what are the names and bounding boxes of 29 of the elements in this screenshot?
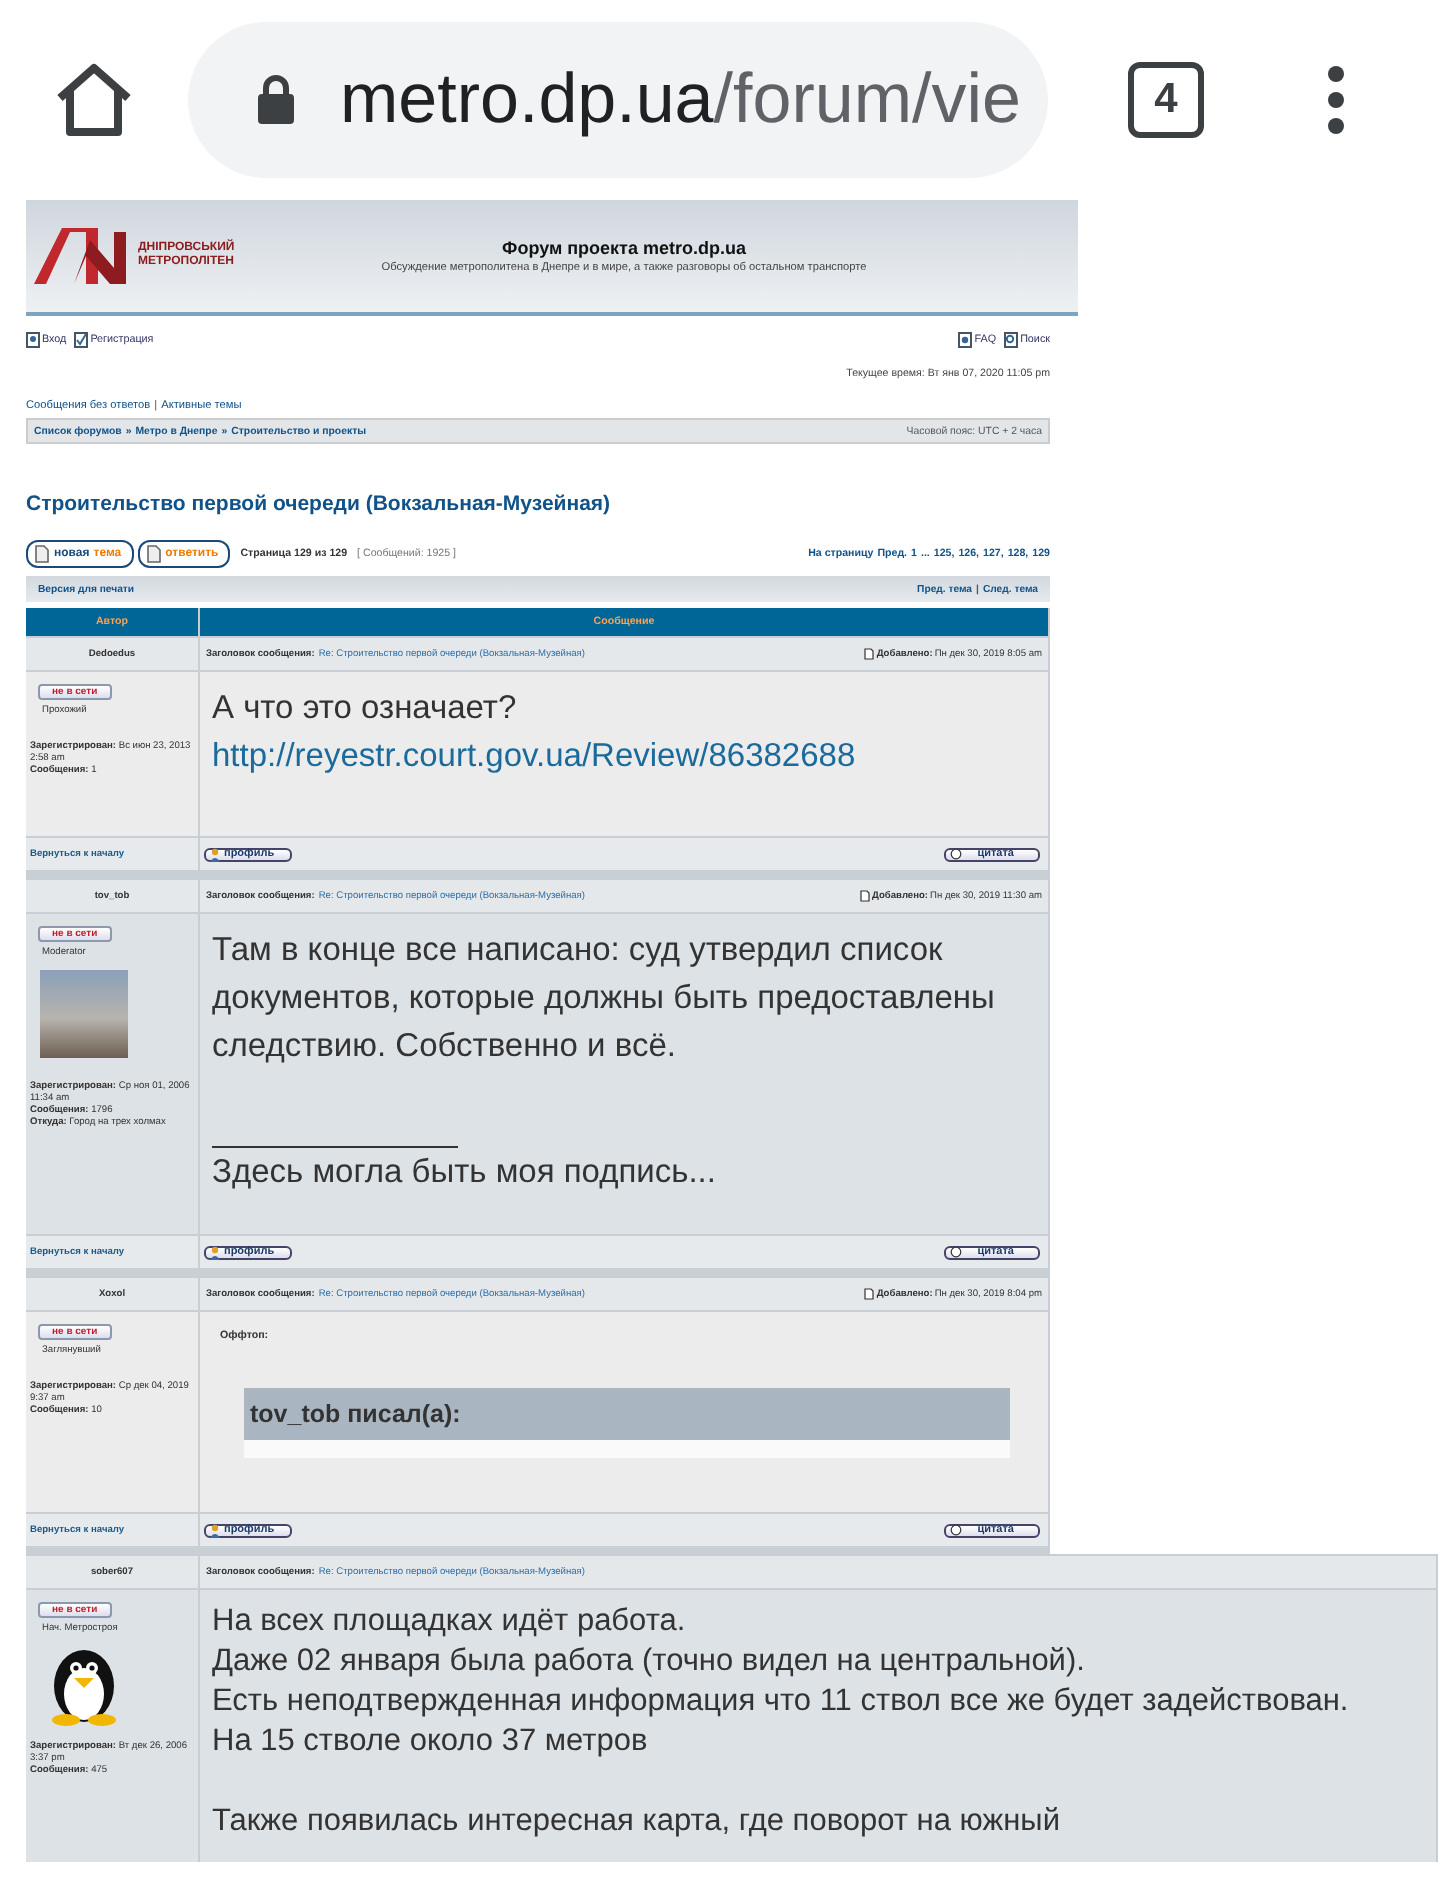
document-icon bbox=[145, 544, 162, 564]
post-text: Также появилась интересная карта, где поворот на южный bbox=[212, 1802, 1062, 1842]
quote-author: tov_tob писал(а): bbox=[244, 1388, 1010, 1440]
post-text: На всех площадках идёт работа. bbox=[212, 1602, 688, 1642]
post-text: Есть неподтвержденная информация что 11 ствол все же будет задействован. bbox=[212, 1682, 1351, 1722]
document-icon bbox=[864, 1288, 875, 1300]
person-icon bbox=[210, 847, 220, 861]
post-link[interactable]: http://reyestr.court.gov.ua/Review/86382688 bbox=[212, 732, 1036, 780]
document-icon bbox=[34, 544, 50, 564]
forum-title: Форум проекта metro.dp.ua bbox=[500, 238, 748, 258]
lock-icon bbox=[256, 74, 296, 126]
document-icon bbox=[864, 648, 875, 660]
address-bar[interactable]: metro.dp.ua/forum/vie bbox=[188, 22, 1048, 178]
home-icon[interactable] bbox=[52, 58, 136, 142]
avatar-photo-placeholder bbox=[40, 970, 128, 1058]
document-icon bbox=[860, 890, 871, 902]
url-text: metro.dp.ua/forum/vie bbox=[340, 60, 1021, 140]
topic-title[interactable]: Строительство первой очереди (Вокзальная-Музейная) bbox=[26, 492, 1050, 516]
tab-count-button[interactable]: 4 bbox=[1128, 62, 1204, 138]
post-text: Там в конце все написано: суд утвердил список документов, которые должны быть предоставлены следствию. Собственно и всё. bbox=[212, 930, 997, 1068]
person-icon bbox=[210, 1523, 220, 1537]
checkmark-icon bbox=[74, 332, 89, 348]
post-text: Даже 02 января была работа (точно видел на центральной). bbox=[212, 1642, 1087, 1682]
signature-text: Здесь могла быть моя подпись... bbox=[212, 1152, 718, 1194]
search-icon bbox=[1004, 332, 1019, 348]
post-text: А что это означает? bbox=[212, 688, 519, 730]
person-icon bbox=[210, 1245, 220, 1259]
more-menu-icon[interactable] bbox=[1328, 66, 1344, 134]
post-text: На 15 стволе около 37 метров bbox=[212, 1722, 650, 1762]
